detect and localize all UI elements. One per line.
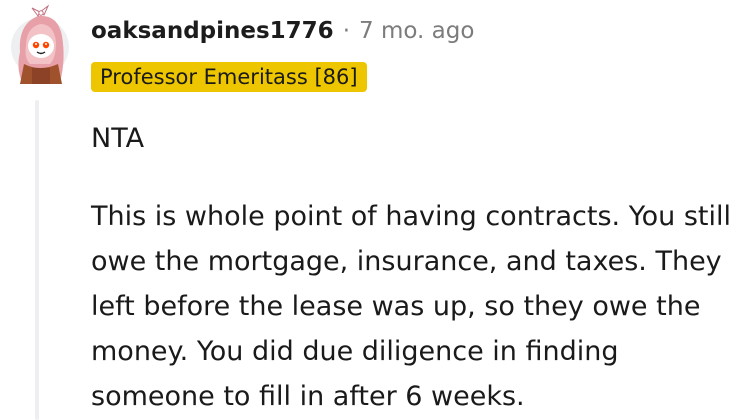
thread-line[interactable] <box>35 100 39 420</box>
comment: oaksandpines1776 · 7 mo. ago Professor E… <box>0 0 755 420</box>
comment-paragraph: NTA <box>91 123 145 154</box>
comment-meta: oaksandpines1776 · 7 mo. ago <box>91 16 474 46</box>
username-link[interactable]: oaksandpines1776 <box>91 18 334 44</box>
comment-paragraph: This is whole point of having contracts.… <box>91 201 731 412</box>
timestamp-link[interactable]: 7 mo. ago <box>359 18 474 44</box>
user-avatar-icon[interactable] <box>10 2 72 90</box>
meta-separator: · <box>342 18 351 44</box>
user-flair-badge: Professor Emeritass [86] <box>91 62 367 92</box>
comment-body: NTA This is whole point of having contra… <box>91 116 751 419</box>
